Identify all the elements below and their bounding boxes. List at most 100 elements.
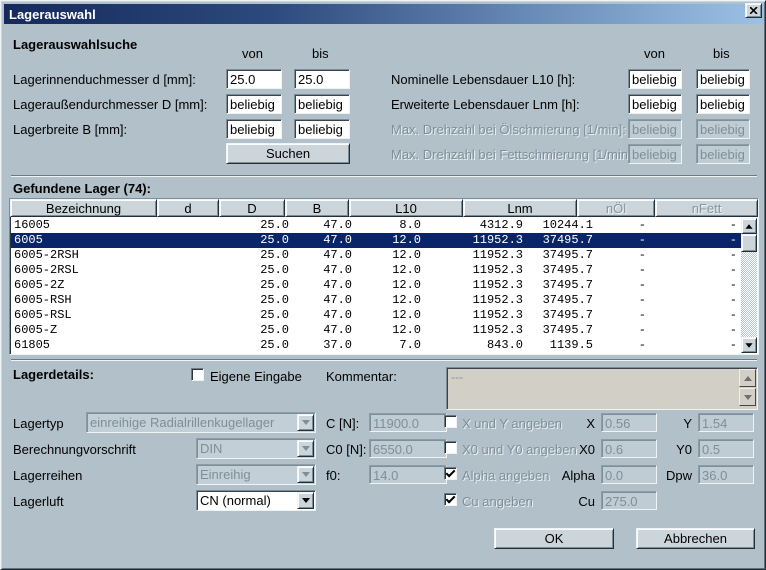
table-row[interactable]: 6005-RSH25.047.012.011952.337495.7-- (11, 293, 741, 308)
table-cell: 25.0 (260, 218, 289, 233)
table-cell: 11952.3 (473, 293, 523, 308)
table-row[interactable]: 6180525.037.07.0843.01139.5-- (11, 338, 741, 353)
table-cell: 11952.3 (473, 278, 523, 293)
grease-speed-label: Max. Drehzahl bei Fettschmierung [1/min]… (391, 147, 635, 162)
table-cell: 25.0 (260, 293, 289, 308)
table-cell: 25.0 (260, 323, 289, 338)
width-von-input[interactable] (226, 119, 282, 139)
kommentar-textarea: --- (446, 367, 758, 410)
lnm-life-label: Erweiterte Lebensdauer Lnm [h]: (391, 97, 580, 112)
table-cell: 47.0 (323, 218, 352, 233)
kommentar-label: Kommentar: (326, 369, 397, 384)
table-row[interactable]: 1600525.047.08.04312.910244.1-- (11, 218, 741, 233)
c0-input (369, 439, 447, 458)
lagerluft-dropdown[interactable]: CN (normal) (196, 490, 316, 511)
table-cell: 6005-Z (14, 323, 57, 338)
f0-label: f0: (326, 468, 340, 483)
column-header-0[interactable]: Bezeichnung (10, 199, 157, 217)
window-title: Lagerauswahl (9, 7, 96, 22)
table-cell: 25.0 (260, 338, 289, 353)
table-row[interactable]: 6005-RSL25.047.012.011952.337495.7-- (11, 308, 741, 323)
ok-button[interactable]: OK (494, 528, 614, 549)
grease-speed-von-input (628, 144, 682, 164)
column-header-1[interactable]: d (157, 199, 219, 217)
column-header-7: nFett (655, 199, 758, 217)
table-cell: 16005 (14, 218, 50, 233)
table-cell: 12.0 (392, 293, 421, 308)
table-cell: 25.0 (260, 248, 289, 263)
table-cell: 6005-2RSH (14, 248, 79, 263)
dpw-input (698, 465, 754, 484)
inner-diameter-von-input[interactable] (226, 69, 282, 89)
close-icon (750, 7, 758, 14)
lagertyp-value: einreihige Radialrillenkugellager (87, 415, 297, 430)
berechnungvorschrift-dropdown: DIN (196, 438, 316, 459)
table-cell: 37495.7 (543, 263, 593, 278)
table-cell: - (639, 248, 646, 263)
lagerreihen-value: Einreihig (197, 467, 297, 482)
dpw-label: Dpw (656, 468, 692, 483)
search-button[interactable]: Suchen (226, 143, 350, 164)
lnm-von-input[interactable] (628, 94, 682, 114)
dropdown-button[interactable] (297, 492, 314, 509)
column-header-2[interactable]: D (219, 199, 285, 217)
bis-header-left: bis (312, 46, 329, 61)
table-cell: 11952.3 (473, 323, 523, 338)
width-bis-input[interactable] (294, 119, 350, 139)
lnm-bis-input[interactable] (696, 94, 750, 114)
scrollbar-thumb[interactable] (741, 234, 757, 252)
table-cell: 37495.7 (543, 278, 593, 293)
title-bar[interactable]: Lagerauswahl (4, 4, 764, 24)
table-cell: - (730, 218, 737, 233)
table-row[interactable]: 600525.047.012.011952.337495.7-- (11, 233, 741, 248)
bis-header-right: bis (713, 46, 730, 61)
table-cell: 6005 (14, 233, 43, 248)
outer-diameter-von-input[interactable] (226, 94, 282, 114)
von-header-right: von (644, 46, 665, 61)
xy-angeben-label: X und Y angeben (462, 416, 562, 431)
outer-diameter-bis-input[interactable] (294, 94, 350, 114)
eigene-eingabe-checkbox[interactable] (191, 368, 204, 381)
cancel-button[interactable]: Abbrechen (636, 528, 755, 549)
close-button[interactable] (745, 3, 762, 18)
table-cell: 25.0 (260, 263, 289, 278)
inner-diameter-bis-input[interactable] (294, 69, 350, 89)
table-row[interactable]: 6005-2RSH25.047.012.011952.337495.7-- (11, 248, 741, 263)
table-cell: - (639, 338, 646, 353)
scroll-up-button[interactable] (741, 218, 757, 234)
l10-bis-input[interactable] (696, 69, 750, 89)
chevron-down-icon (302, 472, 310, 477)
table-row[interactable]: 6005-2RSL25.047.012.011952.337495.7-- (11, 263, 741, 278)
x0-label: X0 (555, 442, 595, 457)
table-row[interactable]: 6005-Z25.047.012.011952.337495.7-- (11, 323, 741, 338)
column-header-5[interactable]: Lnm (463, 199, 577, 217)
arrow-up-icon (745, 224, 752, 229)
lagerluft-value: CN (normal) (197, 493, 297, 508)
cu-angeben-label: Cu angeben (462, 494, 533, 509)
column-header-3[interactable]: B (285, 199, 349, 217)
table-cell: 37495.7 (543, 248, 593, 263)
l10-von-input[interactable] (628, 69, 682, 89)
column-header-4[interactable]: L10 (349, 199, 463, 217)
vertical-scrollbar[interactable] (741, 218, 757, 353)
table-cell: 37495.7 (543, 293, 593, 308)
table-cell: - (730, 263, 737, 278)
table-cell: - (730, 308, 737, 323)
column-header-6: nÖl (577, 199, 655, 217)
x-input (601, 413, 657, 432)
table-cell: 12.0 (392, 248, 421, 263)
table-cell: - (639, 278, 646, 293)
table-row[interactable]: 6005-2Z25.047.012.011952.337495.7-- (11, 278, 741, 293)
results-section-title: Gefundene Lager (74): (13, 181, 151, 196)
table-cell: 37.0 (323, 338, 352, 353)
kommentar-text: --- (451, 370, 463, 384)
section-divider (11, 175, 757, 177)
table-cell: 47.0 (323, 308, 352, 323)
table-cell: 11952.3 (473, 263, 523, 278)
oil-speed-von-input (628, 119, 682, 139)
table-cell: 1139.5 (550, 338, 593, 353)
scroll-down-button[interactable] (741, 337, 757, 353)
table-cell: 6005-RSL (14, 308, 72, 323)
table-cell: 37495.7 (543, 323, 593, 338)
table-cell: 10244.1 (543, 218, 593, 233)
